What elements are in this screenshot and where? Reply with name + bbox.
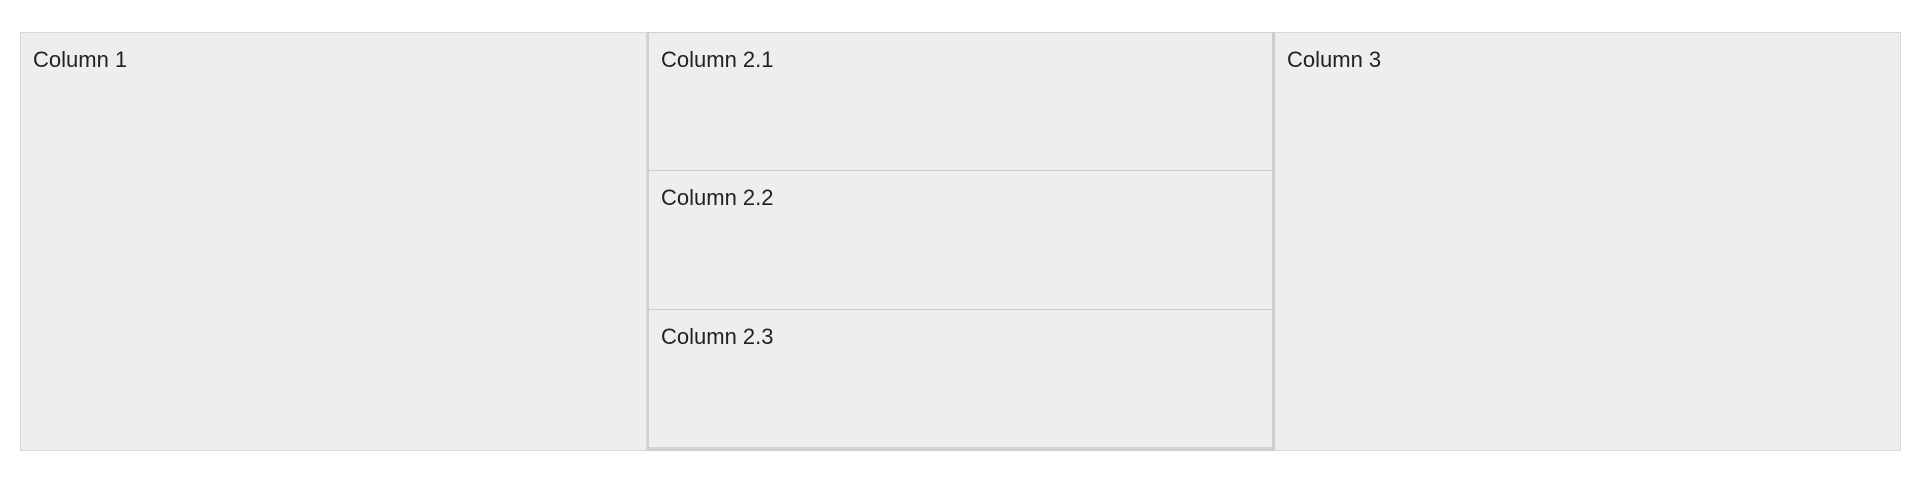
column-2-1-label: Column 2.1 (661, 47, 774, 72)
column-1: Column 1 (20, 32, 647, 451)
column-2-3: Column 2.3 (649, 309, 1272, 449)
three-column-layout: Column 1 Column 2.1 Column 2.2 Column 2.… (20, 32, 1901, 451)
column-2-1: Column 2.1 (649, 33, 1272, 172)
column-1-label: Column 1 (33, 47, 128, 72)
column-2: Column 2.1 Column 2.2 Column 2.3 (647, 32, 1274, 451)
column-2-3-label: Column 2.3 (661, 323, 774, 349)
column-3: Column 3 (1274, 32, 1901, 451)
column-2-2-label: Column 2.2 (661, 185, 774, 211)
column-2-2: Column 2.2 (649, 171, 1272, 310)
column-3-label: Column 3 (1287, 47, 1382, 72)
